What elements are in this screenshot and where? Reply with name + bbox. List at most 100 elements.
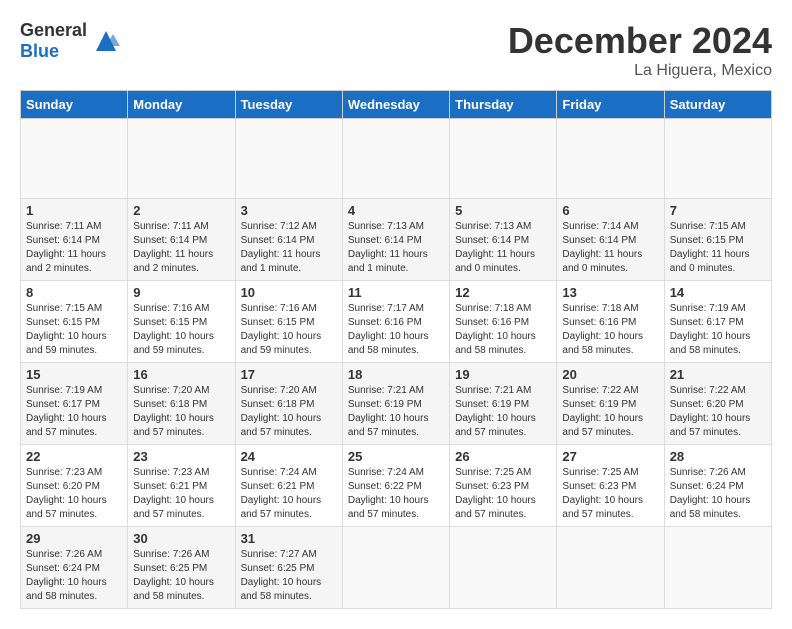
table-row (342, 119, 449, 199)
day-number: 18 (348, 367, 444, 382)
day-info: Sunrise: 7:21 AMSunset: 6:19 PMDaylight:… (348, 384, 444, 440)
day-info: Sunrise: 7:17 AMSunset: 6:16 PMDaylight:… (348, 302, 444, 358)
calendar-week-row (21, 119, 772, 199)
table-row (21, 119, 128, 199)
table-row: 16 Sunrise: 7:20 AMSunset: 6:18 PMDayligh… (128, 363, 235, 445)
day-number: 8 (26, 285, 122, 300)
day-number: 28 (670, 449, 766, 464)
calendar-week-row: 8 Sunrise: 7:15 AMSunset: 6:15 PMDaylight… (21, 281, 772, 363)
day-number: 17 (241, 367, 337, 382)
day-info: Sunrise: 7:14 AMSunset: 6:14 PMDaylight:… (562, 220, 658, 276)
day-info: Sunrise: 7:22 AMSunset: 6:20 PMDaylight:… (670, 384, 766, 440)
day-number: 12 (455, 285, 551, 300)
day-info: Sunrise: 7:20 AMSunset: 6:18 PMDaylight:… (133, 384, 229, 440)
calendar-header-row: Sunday Monday Tuesday Wednesday Thursday… (21, 91, 772, 119)
table-row: 17 Sunrise: 7:20 AMSunset: 6:18 PMDayligh… (235, 363, 342, 445)
col-friday: Friday (557, 91, 664, 119)
col-wednesday: Wednesday (342, 91, 449, 119)
table-row: 29Sunrise: 7:26 AMSunset: 6:24 PMDayligh… (21, 527, 128, 609)
table-row: 23 Sunrise: 7:23 AMSunset: 6:21 PMDayligh… (128, 445, 235, 527)
day-number: 5 (455, 203, 551, 218)
table-row: 19 Sunrise: 7:21 AMSunset: 6:19 PMDayligh… (450, 363, 557, 445)
table-row: 27Sunrise: 7:25 AMSunset: 6:23 PMDayligh… (557, 445, 664, 527)
day-number: 21 (670, 367, 766, 382)
col-tuesday: Tuesday (235, 91, 342, 119)
month-title: December 2024 (508, 20, 772, 62)
table-row (450, 119, 557, 199)
calendar-week-row: 29Sunrise: 7:26 AMSunset: 6:24 PMDayligh… (21, 527, 772, 609)
day-number: 16 (133, 367, 229, 382)
table-row: 31Sunrise: 7:27 AMSunset: 6:25 PMDayligh… (235, 527, 342, 609)
table-row: 8 Sunrise: 7:15 AMSunset: 6:15 PMDaylight… (21, 281, 128, 363)
day-info: Sunrise: 7:16 AMSunset: 6:15 PMDaylight:… (133, 302, 229, 358)
table-row: 2Sunrise: 7:11 AMSunset: 6:14 PMDaylight… (128, 199, 235, 281)
day-number: 15 (26, 367, 122, 382)
day-number: 11 (348, 285, 444, 300)
col-thursday: Thursday (450, 91, 557, 119)
day-info: Sunrise: 7:16 AMSunset: 6:15 PMDaylight:… (241, 302, 337, 358)
day-info: Sunrise: 7:18 AMSunset: 6:16 PMDaylight:… (562, 302, 658, 358)
day-number: 10 (241, 285, 337, 300)
table-row: 7 Sunrise: 7:15 AMSunset: 6:15 PMDaylight… (664, 199, 771, 281)
table-row: 5 Sunrise: 7:13 AMSunset: 6:14 PMDaylight… (450, 199, 557, 281)
table-row: 21 Sunrise: 7:22 AMSunset: 6:20 PMDayligh… (664, 363, 771, 445)
day-number: 20 (562, 367, 658, 382)
day-info: Sunrise: 7:15 AMSunset: 6:15 PMDaylight:… (26, 302, 122, 358)
day-info: Sunrise: 7:20 AMSunset: 6:18 PMDaylight:… (241, 384, 337, 440)
table-row (557, 527, 664, 609)
page-header: General Blue December 2024 La Higuera, M… (20, 20, 772, 80)
day-info: Sunrise: 7:27 AMSunset: 6:25 PMDaylight:… (241, 548, 337, 604)
day-number: 24 (241, 449, 337, 464)
table-row: 20 Sunrise: 7:22 AMSunset: 6:19 PMDayligh… (557, 363, 664, 445)
day-info: Sunrise: 7:12 AMSunset: 6:14 PMDaylight:… (241, 220, 337, 276)
day-number: 2 (133, 203, 229, 218)
day-info: Sunrise: 7:13 AMSunset: 6:14 PMDaylight:… (455, 220, 551, 276)
day-info: Sunrise: 7:19 AMSunset: 6:17 PMDaylight:… (670, 302, 766, 358)
day-info: Sunrise: 7:25 AMSunset: 6:23 PMDaylight:… (455, 466, 551, 522)
table-row: 4Sunrise: 7:13 AMSunset: 6:14 PMDaylight… (342, 199, 449, 281)
table-row (557, 119, 664, 199)
day-number: 19 (455, 367, 551, 382)
day-number: 9 (133, 285, 229, 300)
day-number: 25 (348, 449, 444, 464)
title-block: December 2024 La Higuera, Mexico (508, 20, 772, 80)
day-number: 29 (26, 531, 122, 546)
table-row: 22Sunrise: 7:23 AMSunset: 6:20 PMDayligh… (21, 445, 128, 527)
day-info: Sunrise: 7:26 AMSunset: 6:25 PMDaylight:… (133, 548, 229, 604)
day-number: 27 (562, 449, 658, 464)
calendar-week-row: 22Sunrise: 7:23 AMSunset: 6:20 PMDayligh… (21, 445, 772, 527)
table-row (342, 527, 449, 609)
day-number: 22 (26, 449, 122, 464)
day-info: Sunrise: 7:15 AMSunset: 6:15 PMDaylight:… (670, 220, 766, 276)
day-number: 1 (26, 203, 122, 218)
table-row: 26Sunrise: 7:25 AMSunset: 6:23 PMDayligh… (450, 445, 557, 527)
col-saturday: Saturday (664, 91, 771, 119)
col-sunday: Sunday (21, 91, 128, 119)
day-info: Sunrise: 7:21 AMSunset: 6:19 PMDaylight:… (455, 384, 551, 440)
day-number: 4 (348, 203, 444, 218)
day-number: 7 (670, 203, 766, 218)
day-info: Sunrise: 7:22 AMSunset: 6:19 PMDaylight:… (562, 384, 658, 440)
day-info: Sunrise: 7:23 AMSunset: 6:21 PMDaylight:… (133, 466, 229, 522)
logo-text: General Blue (20, 20, 87, 62)
table-row: 11 Sunrise: 7:17 AMSunset: 6:16 PMDayligh… (342, 281, 449, 363)
table-row: 15Sunrise: 7:19 AMSunset: 6:17 PMDayligh… (21, 363, 128, 445)
day-number: 30 (133, 531, 229, 546)
table-row: 25 Sunrise: 7:24 AMSunset: 6:22 PMDayligh… (342, 445, 449, 527)
table-row (450, 527, 557, 609)
table-row: 1Sunrise: 7:11 AMSunset: 6:14 PMDaylight… (21, 199, 128, 281)
location-title: La Higuera, Mexico (508, 62, 772, 80)
day-number: 13 (562, 285, 658, 300)
table-row: 10 Sunrise: 7:16 AMSunset: 6:15 PMDayligh… (235, 281, 342, 363)
day-number: 14 (670, 285, 766, 300)
day-info: Sunrise: 7:26 AMSunset: 6:24 PMDaylight:… (670, 466, 766, 522)
table-row (235, 119, 342, 199)
table-row: 18 Sunrise: 7:21 AMSunset: 6:19 PMDayligh… (342, 363, 449, 445)
table-row: 24Sunrise: 7:24 AMSunset: 6:21 PMDayligh… (235, 445, 342, 527)
logo-icon (91, 26, 121, 56)
table-row: 3Sunrise: 7:12 AMSunset: 6:14 PMDaylight… (235, 199, 342, 281)
day-info: Sunrise: 7:24 AMSunset: 6:22 PMDaylight:… (348, 466, 444, 522)
table-row: 30 Sunrise: 7:26 AMSunset: 6:25 PMDayligh… (128, 527, 235, 609)
table-row (128, 119, 235, 199)
day-number: 23 (133, 449, 229, 464)
